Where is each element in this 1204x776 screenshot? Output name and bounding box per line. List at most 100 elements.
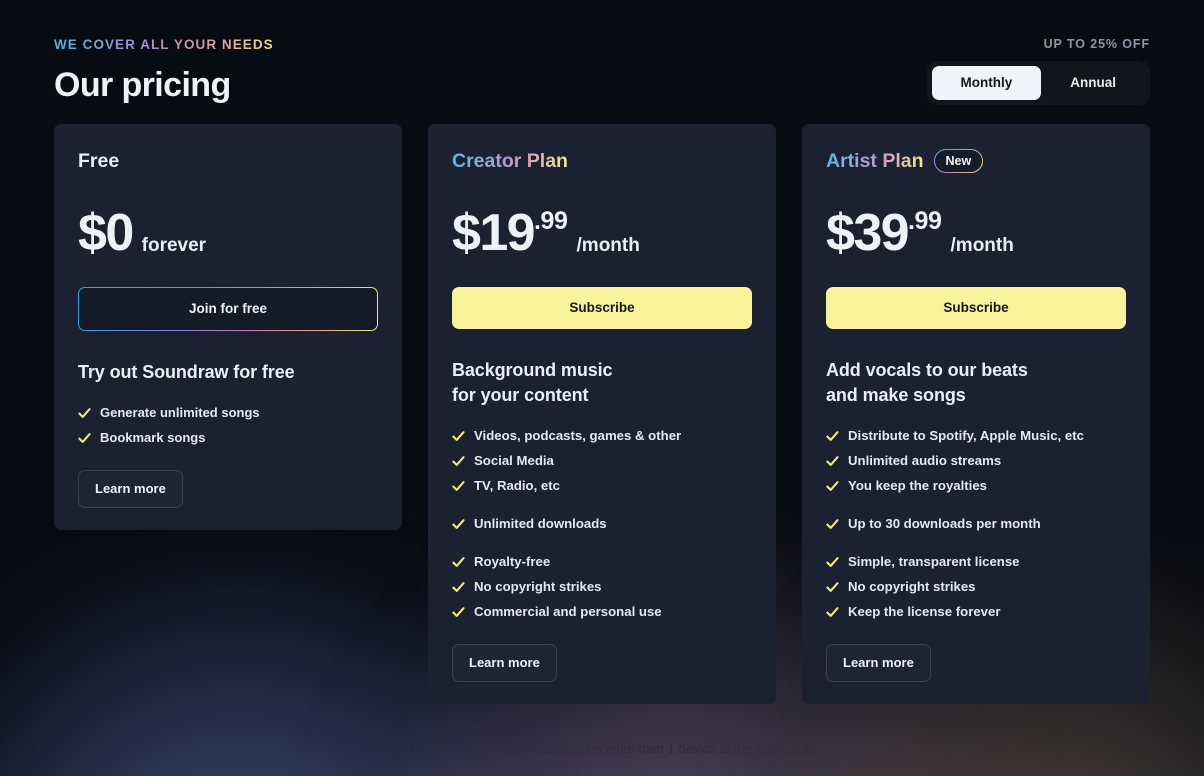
feature-title: Background music for your content <box>452 360 613 405</box>
price-cents: .99 <box>533 207 568 235</box>
price-number: 19 <box>479 204 535 262</box>
feature-list: Videos, podcasts, games & other Social Me… <box>452 427 752 621</box>
price-row: $39.99/month <box>826 203 1126 259</box>
feature-text: Keep the license forever <box>848 604 1001 619</box>
feature-text: Generate unlimited songs <box>100 405 260 420</box>
check-icon <box>452 556 465 569</box>
price-amount: $19.99 <box>452 207 568 259</box>
feature-text: Videos, podcasts, games & other <box>474 428 682 443</box>
feature-group: Royalty-free No copyright strikes Commerci… <box>452 553 752 621</box>
header-right: UP TO 25% OFF Monthly Annual <box>926 36 1150 105</box>
pricing-card-creator-plan: Creator Plan $19.99/month Subscribe Backgro… <box>428 124 776 704</box>
discount-note: UP TO 25% OFF <box>1043 37 1150 51</box>
feature-group: Up to 30 downloads per month <box>826 515 1126 533</box>
check-icon <box>826 581 839 594</box>
feature-item: Social Media <box>452 452 752 470</box>
subscribe-button[interactable]: Subscribe <box>452 287 752 329</box>
feature-item: Unlimited audio streams <box>826 452 1126 470</box>
plan-name: Free <box>78 148 378 174</box>
feature-group: Videos, podcasts, games & other Social Me… <box>452 427 752 495</box>
check-icon <box>452 606 465 619</box>
billing-toggle-option-monthly[interactable]: Monthly <box>931 66 1042 100</box>
feature-title: Try out Soundraw for free <box>78 362 295 382</box>
join-for-free-button[interactable]: Join for free <box>78 287 378 331</box>
price-amount: $39.99 <box>826 207 942 259</box>
feature-text: Commercial and personal use <box>474 604 662 619</box>
feature-item: Bookmark songs <box>78 429 378 447</box>
feature-list: Distribute to Spotify, Apple Music, etc U… <box>826 427 1126 621</box>
page-header: WE COVER ALL YOUR NEEDS Our pricing UP T… <box>54 36 1150 112</box>
feature-title: Add vocals to our beats and make songs <box>826 360 1028 405</box>
feature-text: Simple, transparent license <box>848 554 1020 569</box>
feature-item: Royalty-free <box>452 553 752 571</box>
subscribe-button[interactable]: Subscribe <box>826 287 1126 329</box>
feature-text: Unlimited audio streams <box>848 453 1002 468</box>
feature-item: Commercial and personal use <box>452 603 752 621</box>
feature-group: Simple, transparent license No copyright … <box>826 553 1126 621</box>
feature-item: Simple, transparent license <box>826 553 1126 571</box>
price-amount: $0 <box>78 204 134 262</box>
feature-item: Generate unlimited songs <box>78 404 378 422</box>
price-row: $19.99/month <box>452 203 752 259</box>
feature-item: No copyright strikes <box>826 578 1126 596</box>
feature-text: Up to 30 downloads per month <box>848 516 1041 531</box>
feature-text: No copyright strikes <box>474 579 602 594</box>
check-icon <box>452 430 465 443</box>
feature-item: Keep the license forever <box>826 603 1126 621</box>
feature-text: You keep the royalties <box>848 478 988 493</box>
pricing-page: WE COVER ALL YOUR NEEDS Our pricing UP T… <box>0 0 1204 776</box>
check-icon <box>78 407 91 420</box>
feature-text: TV, Radio, etc <box>474 478 560 493</box>
new-badge: New <box>934 149 984 173</box>
feature-text: Unlimited downloads <box>474 516 607 531</box>
billing-toggle[interactable]: Monthly Annual <box>926 61 1150 105</box>
price-row: $0 forever <box>78 203 378 259</box>
price-cents: .99 <box>907 207 942 235</box>
eyebrow-text: WE COVER ALL YOUR NEEDS <box>54 37 274 52</box>
plan-name: Artist Plan New <box>826 148 1126 174</box>
price-suffix: /month <box>576 235 640 256</box>
footer-note: You cannot use the same account on more … <box>388 741 816 756</box>
check-icon <box>826 480 839 493</box>
check-icon <box>452 518 465 531</box>
feature-item: TV, Radio, etc <box>452 477 752 495</box>
check-icon <box>826 556 839 569</box>
plan-name-text: Artist Plan <box>826 150 924 172</box>
check-icon <box>452 581 465 594</box>
check-icon <box>452 480 465 493</box>
feature-item: Distribute to Spotify, Apple Music, etc <box>826 427 1126 445</box>
feature-item: Unlimited downloads <box>452 515 752 533</box>
pricing-card-artist-plan: Artist Plan New $39.99/month Subscribe Add v… <box>802 124 1150 704</box>
check-icon <box>826 430 839 443</box>
check-icon <box>826 455 839 468</box>
price-currency: $ <box>78 204 107 262</box>
learn-more-button[interactable]: Learn more <box>826 644 931 682</box>
billing-toggle-option-annual[interactable]: Annual <box>1041 66 1145 100</box>
price-currency: $ <box>826 204 855 262</box>
pricing-card-free: Free $0 forever Join for free Try out Soundr… <box>54 124 402 530</box>
feature-item: No copyright strikes <box>452 578 752 596</box>
check-icon <box>826 606 839 619</box>
feature-item: Up to 30 downloads per month <box>826 515 1126 533</box>
price-number: 0 <box>105 204 134 262</box>
feature-group: Generate unlimited songs Bookmark songs <box>78 404 378 447</box>
plan-name: Creator Plan <box>452 148 752 174</box>
feature-group: Unlimited downloads <box>452 515 752 533</box>
feature-list: Generate unlimited songs Bookmark songs <box>78 404 378 447</box>
feature-text: Bookmark songs <box>100 430 206 445</box>
feature-text: Distribute to Spotify, Apple Music, etc <box>848 428 1084 443</box>
plan-name-text: Free <box>78 150 120 172</box>
price-suffix: /month <box>950 235 1014 256</box>
feature-item: Videos, podcasts, games & other <box>452 427 752 445</box>
check-icon <box>78 432 91 445</box>
pricing-cards: Free $0 forever Join for free Try out Soundr… <box>54 124 1150 704</box>
learn-more-button[interactable]: Learn more <box>452 644 557 682</box>
feature-text: Royalty-free <box>474 554 551 569</box>
price-currency: $ <box>452 204 481 262</box>
price-suffix: forever <box>141 235 207 256</box>
feature-group: Distribute to Spotify, Apple Music, etc U… <box>826 427 1126 495</box>
feature-text: No copyright strikes <box>848 579 976 594</box>
check-icon <box>452 455 465 468</box>
learn-more-button[interactable]: Learn more <box>78 470 183 508</box>
check-icon <box>826 518 839 531</box>
